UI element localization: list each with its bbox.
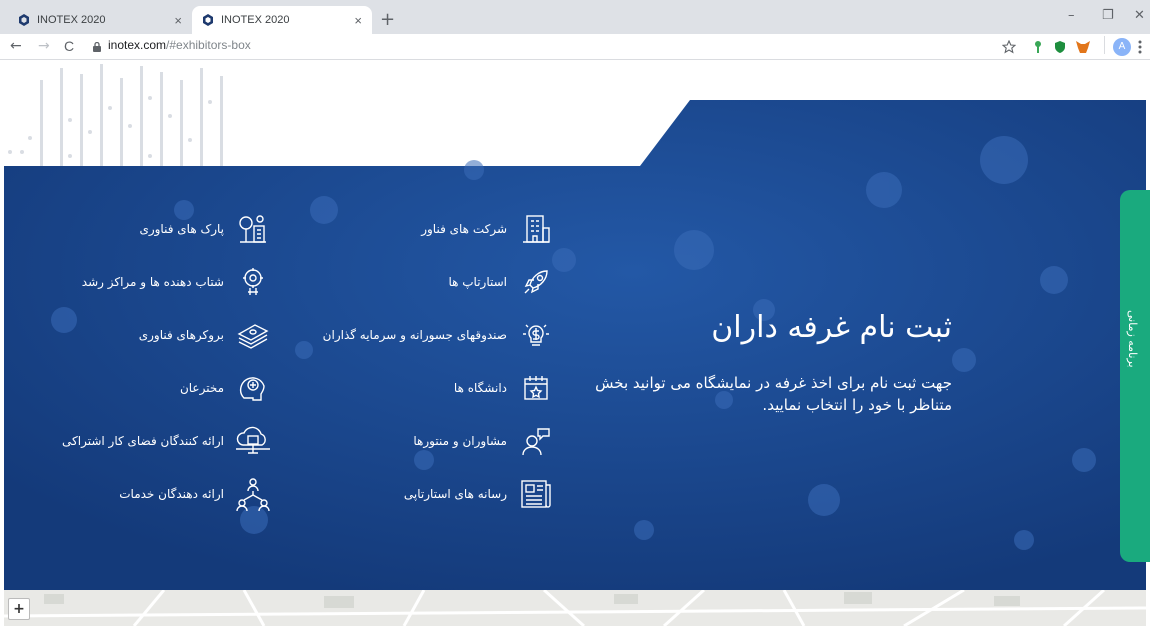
category-item-universities[interactable]: دانشگاه ها — [454, 369, 555, 407]
money-stack-icon — [234, 316, 272, 354]
map-section[interactable] — [4, 590, 1146, 626]
schedule-side-tab[interactable]: برنامه زمانی — [1120, 190, 1150, 562]
metamask-fox-icon[interactable] — [1075, 40, 1091, 54]
shield-extension-icon[interactable] — [1054, 40, 1066, 54]
accelerator-icon — [234, 263, 272, 301]
consultant-icon — [517, 422, 555, 460]
site-favicon-icon — [202, 14, 214, 26]
close-window-button[interactable]: ✕ — [1134, 8, 1145, 23]
tab-title: INOTEX 2020 — [37, 14, 106, 26]
inventor-icon — [234, 369, 272, 407]
page-description: جهت ثبت نام برای اخذ غرفه در نمایشگاه می… — [595, 374, 952, 414]
idea-money-icon — [517, 316, 555, 354]
network-people-icon — [234, 475, 272, 513]
page-title: ثبت نام غرفه داران — [711, 310, 952, 345]
category-label: بروکرهای فناوری — [138, 328, 224, 342]
category-label: شرکت های فناور — [421, 222, 507, 236]
category-item-coworking[interactable]: ارائه کنندگان فضای کار اشتراکی — [62, 422, 272, 460]
category-item-investors[interactable]: صندوقهای جسورانه و سرمایه گذاران — [323, 316, 555, 354]
rocket-icon — [517, 263, 555, 301]
category-item-inventors[interactable]: مخترعان — [180, 369, 272, 407]
browser-tab-1[interactable]: INOTEX 2020 × — [8, 6, 192, 34]
calendar-star-icon — [517, 369, 555, 407]
category-label: پارک های فناوری — [139, 222, 224, 236]
page-content: + ثبت نام غرفه داران جهت ثبت نام برای اخ… — [0, 60, 1150, 626]
bookmark-star-icon[interactable] — [1002, 40, 1016, 54]
close-tab-icon[interactable]: × — [174, 13, 182, 28]
side-tab-label: برنامه زمانی — [1126, 310, 1139, 368]
building-icon — [517, 210, 555, 248]
category-label: ارائه دهندگان خدمات — [119, 487, 224, 501]
category-item-service-providers[interactable]: ارائه دهندگان خدمات — [119, 475, 272, 513]
category-label: شتاب دهنده ها و مراکز رشد — [81, 275, 224, 289]
category-item-tech-companies[interactable]: شرکت های فناور — [421, 210, 555, 248]
menu-dots-icon[interactable] — [1138, 40, 1142, 54]
category-item-tech-parks[interactable]: پارک های فناوری — [139, 210, 272, 248]
tab-strip: INOTEX 2020 × INOTEX 2020 × + – ❐ ✕ — [0, 0, 1150, 34]
map-zoom-in-button[interactable]: + — [8, 598, 30, 620]
tab-title: INOTEX 2020 — [221, 14, 290, 26]
browser-tab-2[interactable]: INOTEX 2020 × — [192, 6, 372, 34]
cloud-cowork-icon — [234, 422, 272, 460]
profile-avatar[interactable]: A — [1113, 38, 1131, 56]
url-path: /#exhibitors-box — [166, 38, 251, 52]
category-item-tech-brokers[interactable]: بروکرهای فناوری — [139, 316, 272, 354]
map-streets — [4, 590, 1146, 626]
category-label: ارائه کنندگان فضای کار اشتراکی — [62, 434, 224, 448]
new-tab-button[interactable]: + — [380, 9, 395, 30]
reload-button[interactable]: C — [64, 38, 74, 54]
forward-button[interactable]: → — [38, 38, 50, 54]
url-host: inotex.com — [108, 38, 167, 52]
category-item-mentors[interactable]: مشاوران و منتورها — [413, 422, 555, 460]
browser-toolbar: ← → C inotex.com/#exhibitors-box A — [0, 34, 1150, 60]
close-tab-icon[interactable]: × — [354, 13, 362, 28]
lock-icon — [93, 42, 101, 52]
category-label: استارتاپ ها — [448, 275, 507, 289]
category-label: رسانه های استارتاپی — [403, 487, 507, 501]
category-item-accelerators[interactable]: شتاب دهنده ها و مراکز رشد — [82, 263, 272, 301]
minimize-button[interactable]: – — [1068, 8, 1075, 23]
category-label: مخترعان — [179, 381, 224, 395]
category-item-startups[interactable]: استارتاپ ها — [448, 263, 555, 301]
restore-button[interactable]: ❐ — [1102, 8, 1114, 23]
category-label: صندوقهای جسورانه و سرمایه گذاران — [322, 328, 507, 342]
category-label: دانشگاه ها — [453, 381, 507, 395]
park-icon — [234, 210, 272, 248]
newspaper-icon — [517, 475, 555, 513]
category-label: مشاوران و منتورها — [413, 434, 507, 448]
key-extension-icon[interactable] — [1033, 40, 1043, 54]
toolbar-divider — [1104, 36, 1105, 54]
category-item-startup-media[interactable]: رسانه های استارتاپی — [404, 475, 555, 513]
site-favicon-icon — [18, 14, 30, 26]
address-bar[interactable]: inotex.com/#exhibitors-box — [108, 38, 251, 52]
back-button[interactable]: ← — [10, 38, 22, 54]
